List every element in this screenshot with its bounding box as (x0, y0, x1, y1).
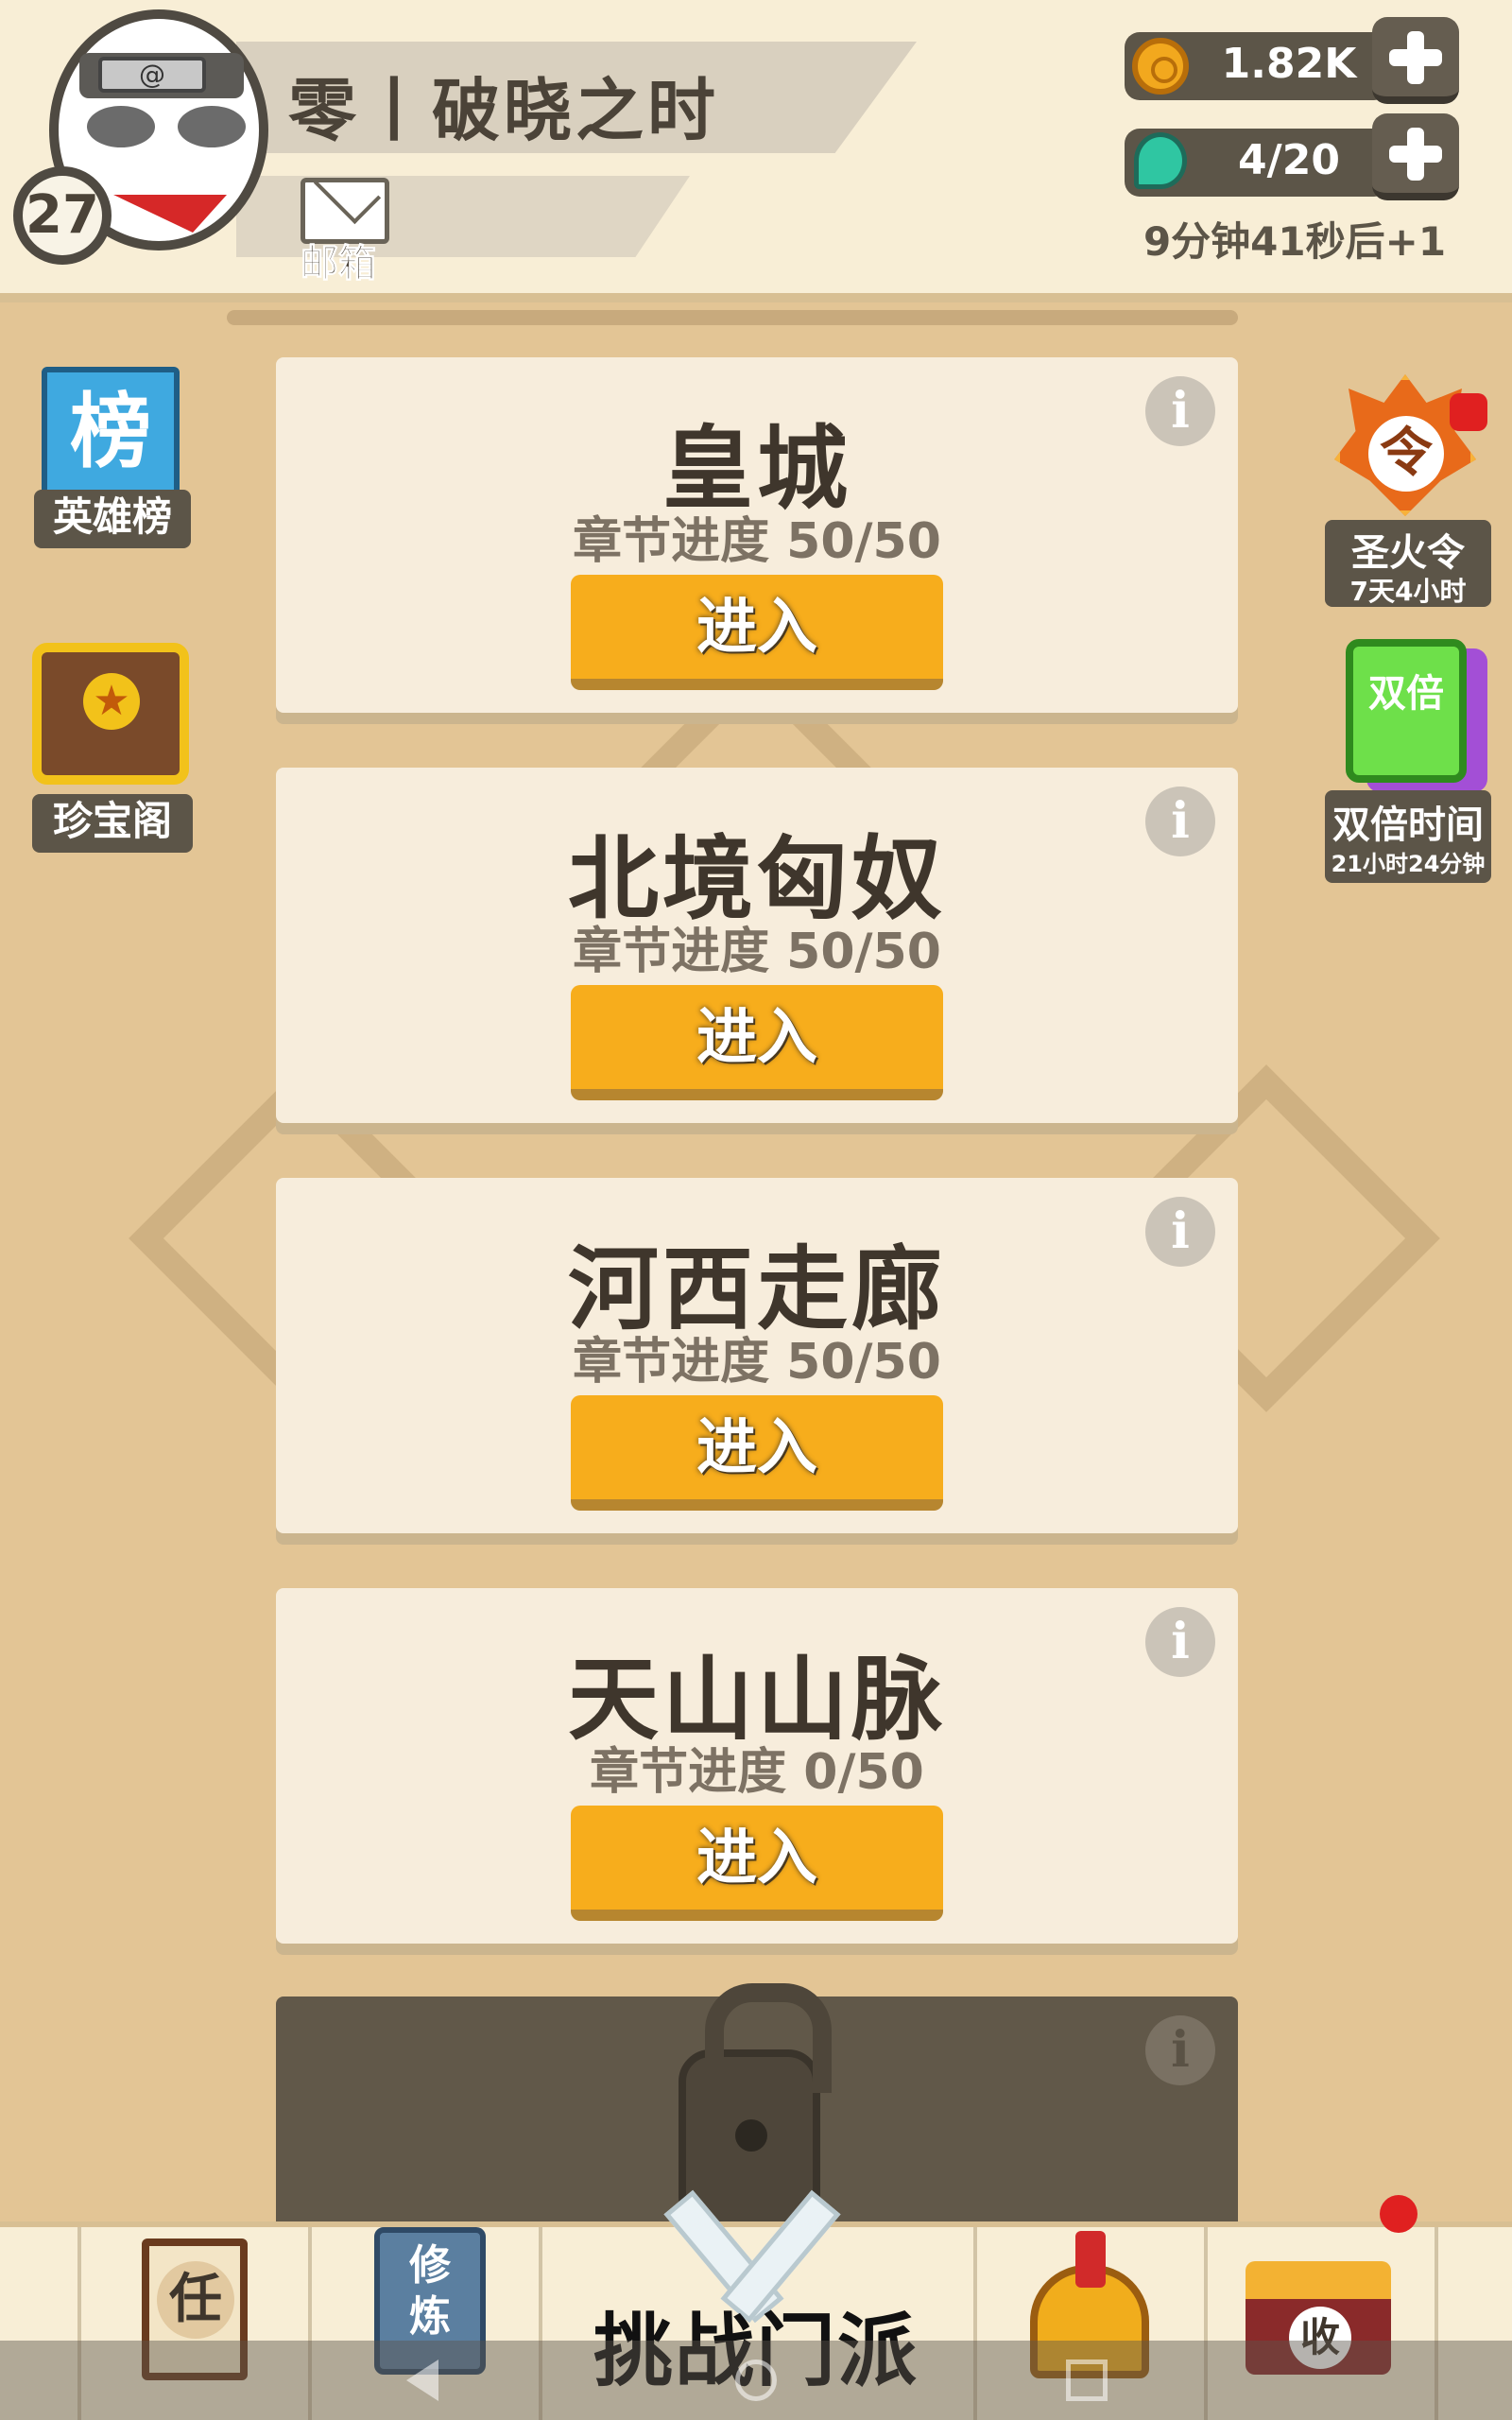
coin-icon (1132, 38, 1189, 95)
home-icon[interactable] (735, 2360, 777, 2401)
headband-plate-icon: @ (98, 57, 206, 93)
player-level-badge: 27 (13, 166, 112, 265)
mail-label[interactable]: 邮箱 (301, 233, 377, 287)
double-time-label: 双倍时间 (1332, 804, 1484, 847)
add-coins-button[interactable] (1372, 17, 1459, 104)
fire-order-label: 圣火令 (1351, 531, 1465, 575)
level-progress: 章节进度 0/50 (590, 1744, 924, 1801)
player-name: 零丨破晓之时 (288, 71, 720, 150)
quest-char: 任 (157, 2261, 234, 2339)
back-icon[interactable] (406, 2360, 438, 2401)
enter-button[interactable]: 进入 (571, 575, 943, 690)
level-card-1: i 皇城 章节进度 50/50 进入 (276, 357, 1238, 713)
level-progress: 章节进度 50/50 (573, 1334, 941, 1391)
level-card-4: i 天山山脉 章节进度 0/50 进入 (276, 1588, 1238, 1944)
enter-button[interactable]: 进入 (571, 1806, 943, 1921)
coin-amount: 1.82K (1221, 40, 1357, 88)
avatar-eye-right (178, 106, 246, 147)
stamina-timer: 9分钟41秒后+1 (1143, 218, 1447, 265)
treasure-label[interactable]: 珍宝阁 (32, 794, 193, 853)
level-progress: 章节进度 50/50 (573, 924, 941, 980)
stamina-gem-icon (1134, 132, 1187, 189)
double-time-timer: 21小时24分钟 (1331, 851, 1486, 877)
enter-button[interactable]: 进入 (571, 985, 943, 1100)
add-stamina-button[interactable] (1372, 113, 1459, 200)
treasure-chest-icon[interactable] (32, 643, 189, 785)
header-shadow (227, 310, 1238, 325)
double-exp-card-icon[interactable]: 双倍 (1346, 639, 1467, 783)
fire-order-timer: 7天4小时 (1349, 576, 1467, 607)
level-card-2: i 北境匈奴 章节进度 50/50 进入 (276, 768, 1238, 1123)
shop-notification-dot (1380, 2195, 1418, 2233)
avatar-eye-left (87, 106, 155, 147)
fire-order-char: 令 (1368, 416, 1444, 492)
enter-button[interactable]: 进入 (571, 1395, 943, 1511)
level-progress: 章节进度 50/50 (573, 513, 941, 570)
recents-icon[interactable] (1066, 2360, 1108, 2401)
info-icon[interactable]: i (1145, 2015, 1215, 2085)
level-card-3: i 河西走廊 章节进度 50/50 进入 (276, 1178, 1238, 1533)
stamina-amount: 4/20 (1238, 136, 1340, 184)
hero-rank-label[interactable]: 英雄榜 (34, 490, 191, 548)
hero-rank-icon[interactable]: 榜 (42, 367, 180, 499)
fire-order-notification-dot (1450, 393, 1487, 431)
